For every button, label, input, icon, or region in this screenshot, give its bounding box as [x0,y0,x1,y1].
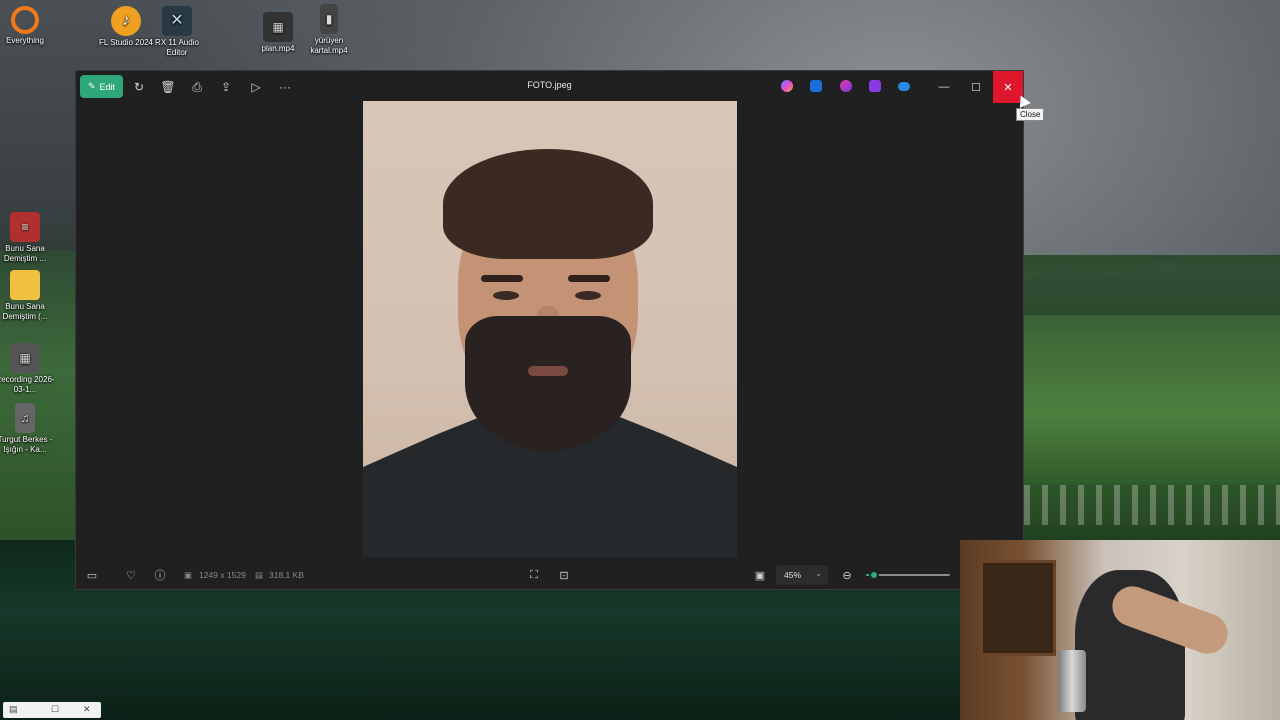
zoom-out-button[interactable]: ⊖ [837,565,857,585]
village [1024,485,1280,525]
image-size-icon: ▣ [184,570,193,580]
zoom-value: 45% [784,570,802,580]
zoom-slider-thumb[interactable] [869,570,879,580]
close-icon: ✕ [83,704,91,714]
portrait-hair [443,149,653,259]
desktop-icon-label: RX 11 Audio Editor [155,38,199,57]
everything-icon [11,6,39,34]
desktop-wallpaper-landscape [1024,255,1280,545]
maximize-icon: ☐ [51,704,60,714]
bottom-bar: ▭ ♡ ⓘ ▣ 1249 x 1529 ▤ 318.1 KB ⛶ ⊡ ▣ 45%… [76,561,1023,589]
copilot-icon[interactable] [781,80,793,92]
hills [1024,261,1280,315]
info-button[interactable]: ⓘ [150,565,170,585]
app-icon: ≡ [10,212,40,242]
desktop-icon-label: yürüyen kartal.mp4 [310,36,348,55]
folder-icon [10,270,40,300]
favorite-button[interactable]: ♡ [121,565,141,585]
video-file-icon: ▦ [10,343,40,373]
window-icon: ▤ [9,704,18,714]
info-icon: ⓘ [154,570,166,582]
desktop-icon-bunu-sana-folder[interactable]: Bunu Sana Demiştim (... [0,270,55,322]
webcam-overlay [960,540,1280,720]
desktop-icon-label: Recording 2026-03-1... [0,375,55,394]
portrait-eye [575,291,601,300]
desktop-icon-everything[interactable]: Everything [0,6,55,46]
paint-icon[interactable] [840,80,852,92]
webcam-can [1058,650,1086,712]
desktop-icon-bunu-sana-1[interactable]: ≡ Bunu Sana Demiştim ... [0,212,55,264]
taskbar-thumbnail[interactable]: ▤ ☐ ✕ [3,702,101,718]
minimize-icon: — [938,81,950,93]
filmstrip-button[interactable]: ▭ [82,565,102,585]
photos-window: ✎ Edit ↻ 🗑 ⎙ ⇪ ▷ ··· FOTO.jpeg — ☐ ✕ ▭ ♡ [75,70,1024,590]
desktop-icon-label: Turgut Berkes - Işığın - Ka... [0,435,53,454]
fl-studio-icon: ♪ [111,6,141,36]
actual-size-icon: ⊡ [559,569,569,582]
portrait-brow [481,275,523,282]
video-file-icon: ▦ [263,12,293,42]
fit-view-button[interactable]: ▣ [750,565,770,585]
portrait-beard [465,316,631,451]
portrait-eye [493,291,519,300]
photo-viewer-image[interactable] [363,101,737,557]
desktop-icon-yuruyen-kartal[interactable]: ▮ yürüyen kartal.mp4 [299,4,359,56]
close-icon: ✕ [1003,81,1013,94]
fit-view-icon: ▣ [754,569,766,582]
fit-to-window-button[interactable]: ⛶ [524,565,544,585]
desktop-icon-turgut-berkes[interactable]: ♫ Turgut Berkes - Işığın - Ka... [0,403,55,455]
zoom-out-icon: ⊖ [842,569,852,582]
file-size-icon: ▤ [255,570,264,580]
rx-audio-editor-icon: ✕ [162,6,192,36]
desktop-icon-label: Bunu Sana Demiştim (... [2,302,48,321]
heart-icon: ♡ [126,569,136,582]
maximize-icon: ☐ [971,81,981,94]
image-dimensions: 1249 x 1529 [199,570,246,580]
chevron-down-icon: ⌄ [815,569,822,578]
actual-size-button[interactable]: ⊡ [554,565,574,585]
designer-icon[interactable] [810,80,822,92]
webcam-window-frame [980,560,1056,656]
audio-file-icon: ♫ [15,403,35,433]
maximize-button[interactable]: ☐ [961,71,991,103]
onedrive-icon[interactable] [898,82,910,91]
portrait-mouth [528,366,568,376]
file-size: 318.1 KB [269,570,304,580]
title-bar: ✎ Edit ↻ 🗑 ⎙ ⇪ ▷ ··· FOTO.jpeg — ☐ ✕ [76,71,1023,103]
minimize-button[interactable]: — [929,71,959,103]
zoom-slider[interactable] [866,570,950,580]
video-file-icon: ▮ [320,4,338,34]
fit-icon: ⛶ [530,568,538,581]
zoom-dropdown[interactable]: 45% ⌄ [776,565,828,585]
portrait-brow [568,275,610,282]
desktop-icon-recording[interactable]: ▦ Recording 2026-03-1... [0,343,55,395]
desktop-icon-label: Bunu Sana Demiştim ... [3,244,47,263]
clipchamp-icon[interactable] [869,80,881,92]
filmstrip-icon: ▭ [86,569,98,582]
close-tooltip: Close [1016,108,1045,121]
desktop-icon-rx-audio-editor[interactable]: ✕ RX 11 Audio Editor [147,6,207,58]
desktop-icon-label: Everything [6,36,44,45]
